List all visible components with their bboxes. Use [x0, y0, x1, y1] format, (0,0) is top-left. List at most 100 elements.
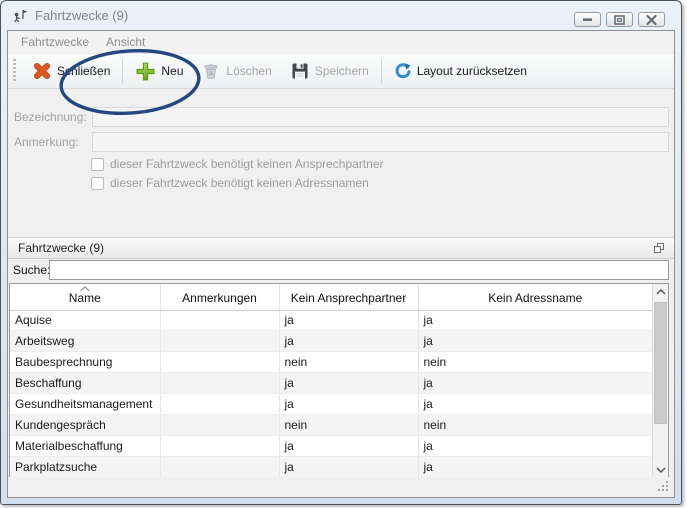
cell-anmerkungen[interactable] [160, 394, 279, 415]
table-row[interactable]: Aquise ja ja [10, 310, 652, 331]
close-button[interactable] [638, 12, 665, 27]
window-controls [574, 12, 665, 27]
vertical-scrollbar[interactable] [652, 284, 668, 478]
cell-kein-adressname[interactable]: ja [418, 394, 652, 415]
cell-kein-adressname[interactable]: ja [418, 373, 652, 394]
cell-name[interactable]: Materialbeschaffung [10, 436, 160, 457]
search-input[interactable] [49, 260, 669, 280]
trash-icon [201, 61, 221, 81]
float-panel-icon [653, 242, 665, 254]
table-row[interactable]: Gesundheitsmanagement ja ja [10, 394, 652, 415]
table-row[interactable]: Kundengespräch nein nein [10, 415, 652, 436]
signpost-icon [12, 8, 28, 24]
cell-anmerkungen[interactable] [160, 373, 279, 394]
cell-anmerkungen[interactable] [160, 310, 279, 331]
scroll-up-button[interactable] [653, 284, 668, 300]
table-row[interactable]: Beschaffung ja ja [10, 373, 652, 394]
scroll-down-button[interactable] [653, 462, 668, 478]
cell-kein-adressname[interactable]: ja [418, 457, 652, 478]
kein-adressname-checkbox [91, 177, 104, 190]
search-label: Suche: [13, 260, 50, 280]
loeschen-button: Löschen [192, 57, 280, 85]
table-header-row: Name Anmerkungen Kein Ansprechpartner Ke… [10, 284, 652, 310]
cell-kein-adressname[interactable]: ja [418, 436, 652, 457]
cell-kein-adressname[interactable]: nein [418, 415, 652, 436]
kein-ansprechpartner-checkbox [91, 158, 104, 171]
close-icon [646, 15, 657, 25]
cell-name[interactable]: Aquise [10, 310, 160, 331]
bezeichnung-input [92, 107, 669, 127]
cell-kein-adressname[interactable]: ja [418, 331, 652, 352]
search-row: Suche: [8, 260, 674, 280]
cell-kein-ansprechpartner[interactable]: ja [279, 394, 418, 415]
kein-adressname-checkbox-row: dieser Fahrtzweck benötigt keinen Adress… [91, 176, 369, 190]
client-area: Fahrtzwecke Ansicht Schließen [7, 30, 675, 498]
column-header-kein-ansprechpartner[interactable]: Kein Ansprechpartner [279, 284, 418, 310]
cell-anmerkungen[interactable] [160, 415, 279, 436]
column-header-name[interactable]: Name [10, 284, 160, 310]
cell-kein-ansprechpartner[interactable]: ja [279, 436, 418, 457]
cell-kein-ansprechpartner[interactable]: ja [279, 457, 418, 478]
cell-kein-adressname[interactable]: ja [418, 310, 652, 331]
resize-grip-icon[interactable] [658, 481, 660, 483]
cell-name[interactable]: Baubesprechnung [10, 352, 160, 373]
reset-arrows-icon [394, 62, 412, 80]
cell-name[interactable]: Beschaffung [10, 373, 160, 394]
column-header-kein-adressname[interactable]: Kein Adressname [418, 284, 652, 310]
table-row[interactable]: Arbeitsweg ja ja [10, 331, 652, 352]
cell-kein-ansprechpartner[interactable]: ja [279, 310, 418, 331]
table-row[interactable]: Baubesprechnung nein nein [10, 352, 652, 373]
cell-kein-ansprechpartner[interactable]: nein [279, 415, 418, 436]
fahrtzwecke-table: Name Anmerkungen Kein Ansprechpartner Ke… [9, 283, 669, 479]
neu-button[interactable]: Neu [126, 57, 192, 86]
cell-name[interactable]: Gesundheitsmanagement [10, 394, 160, 415]
toolbar-separator [122, 59, 123, 83]
floppy-disk-icon [290, 61, 310, 81]
cell-name[interactable]: Kundengespräch [10, 415, 160, 436]
speichern-button: Speichern [281, 57, 378, 85]
sort-asc-icon [79, 286, 90, 292]
table-row[interactable]: Parkplatzsuche ja ja [10, 457, 652, 478]
cell-kein-ansprechpartner[interactable]: ja [279, 331, 418, 352]
bezeichnung-label: Bezeichnung: [14, 107, 87, 127]
cell-anmerkungen[interactable] [160, 352, 279, 373]
bezeichnung-row: Bezeichnung: [8, 107, 674, 127]
scroll-up-icon [656, 289, 666, 295]
menu-ansicht[interactable]: Ansicht [106, 35, 145, 49]
anmerkung-row: Anmerkung: [8, 132, 674, 152]
window-title: Fahrtzwecke (9) [35, 8, 128, 23]
toolbar-separator [381, 59, 382, 83]
cell-kein-ansprechpartner[interactable]: ja [279, 373, 418, 394]
cell-name[interactable]: Parkplatzsuche [10, 457, 160, 478]
cell-anmerkungen[interactable] [160, 436, 279, 457]
cell-anmerkungen[interactable] [160, 331, 279, 352]
toolbar: Schließen Neu [8, 53, 674, 89]
cell-name[interactable]: Arbeitsweg [10, 331, 160, 352]
checkbox-label: dieser Fahrtzweck benötigt keinen Anspre… [110, 157, 384, 171]
schliessen-button[interactable]: Schließen [23, 57, 119, 85]
maximize-button[interactable] [606, 12, 633, 27]
anmerkung-label: Anmerkung: [14, 132, 79, 152]
status-bar [8, 477, 674, 497]
app-window: Fahrtzwecke (9) [0, 0, 682, 505]
titlebar: Fahrtzwecke (9) [1, 1, 681, 30]
plus-icon [135, 61, 156, 82]
minimize-icon [582, 15, 593, 24]
maximize-icon [614, 15, 625, 25]
panel-title: Fahrtzwecke (9) [18, 241, 652, 255]
float-panel-button[interactable] [652, 241, 666, 255]
kein-ansprechpartner-checkbox-row: dieser Fahrtzweck benötigt keinen Anspre… [91, 157, 384, 171]
anmerkung-input [92, 132, 669, 152]
layout-zuruecksetzen-button[interactable]: Layout zurücksetzen [385, 58, 536, 84]
checkbox-label: dieser Fahrtzweck benötigt keinen Adress… [110, 176, 369, 190]
table-row[interactable]: Materialbeschaffung ja ja [10, 436, 652, 457]
toolbar-grip[interactable] [13, 59, 16, 83]
column-header-anmerkungen[interactable]: Anmerkungen [160, 284, 279, 310]
cell-kein-ansprechpartner[interactable]: nein [279, 352, 418, 373]
panel-header: Fahrtzwecke (9) [8, 237, 674, 259]
menu-fahrtzwecke[interactable]: Fahrtzwecke [21, 35, 89, 49]
minimize-button[interactable] [574, 12, 601, 27]
scrollbar-thumb[interactable] [654, 302, 667, 424]
cell-kein-adressname[interactable]: nein [418, 352, 652, 373]
cell-anmerkungen[interactable] [160, 457, 279, 478]
